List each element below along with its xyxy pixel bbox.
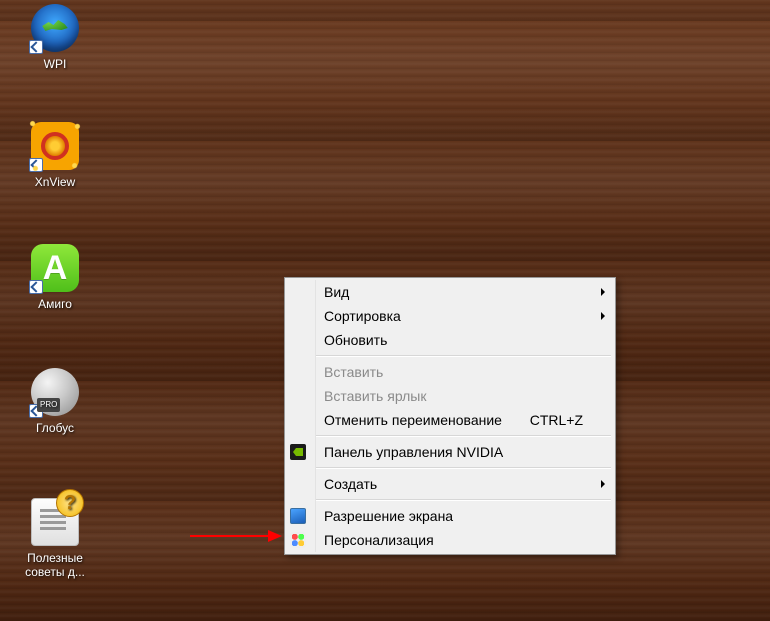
menu-item-sort[interactable]: Сортировка — [316, 304, 613, 328]
desktop-icon-wpi[interactable]: WPI — [16, 4, 94, 72]
desktop-icon-help[interactable]: Полезные советы д... — [16, 498, 94, 580]
desktop-context-menu: Вид Сортировка Обновить Вставить Вставит… — [284, 277, 616, 555]
earth-icon — [31, 368, 79, 416]
menu-item-label: Отменить переименование — [324, 412, 502, 428]
shortcut-arrow-icon — [29, 404, 43, 418]
shortcut-arrow-icon — [29, 40, 43, 54]
menu-separator — [316, 467, 611, 469]
chevron-right-icon — [601, 312, 605, 320]
desktop-icon-label: Глобус — [16, 420, 94, 436]
desktop[interactable]: WPI XnView A Амиго Глобус Полезные совет… — [0, 0, 770, 621]
menu-separator — [316, 355, 611, 357]
menu-item-screen-resolution[interactable]: Разрешение экрана — [316, 504, 613, 528]
menu-item-label: Вставить — [324, 364, 383, 380]
annotation-arrow — [190, 529, 282, 543]
menu-item-paste-shortcut: Вставить ярлык — [316, 384, 613, 408]
menu-item-label: Вставить ярлык — [324, 388, 426, 404]
desktop-icon-amigo[interactable]: A Амиго — [16, 244, 94, 312]
menu-item-paste: Вставить — [316, 360, 613, 384]
desktop-icon-globus[interactable]: Глобус — [16, 368, 94, 436]
menu-item-label: Разрешение экрана — [324, 508, 453, 524]
menu-item-label: Обновить — [324, 332, 387, 348]
menu-item-nvidia-panel[interactable]: Панель управления NVIDIA — [316, 440, 613, 464]
shortcut-arrow-icon — [29, 158, 43, 172]
menu-item-personalize[interactable]: Персонализация — [316, 528, 613, 552]
globe-icon — [31, 4, 79, 52]
menu-item-new[interactable]: Создать — [316, 472, 613, 496]
personalize-icon — [290, 532, 306, 548]
desktop-icon-label: Полезные советы д... — [16, 550, 94, 580]
desktop-icon-xnview[interactable]: XnView — [16, 122, 94, 190]
menu-item-label: Вид — [324, 284, 349, 300]
help-document-icon — [31, 498, 79, 546]
amigo-icon: A — [31, 244, 79, 292]
menu-item-label: Сортировка — [324, 308, 401, 324]
desktop-icon-label: XnView — [16, 174, 94, 190]
monitor-icon — [290, 508, 306, 524]
menu-item-label: Создать — [324, 476, 377, 492]
menu-item-refresh[interactable]: Обновить — [316, 328, 613, 352]
menu-item-shortcut: CTRL+Z — [530, 408, 583, 432]
chevron-right-icon — [601, 480, 605, 488]
chevron-right-icon — [601, 288, 605, 296]
menu-item-undo-rename[interactable]: Отменить переименование CTRL+Z — [316, 408, 613, 432]
nvidia-icon — [290, 444, 306, 460]
desktop-icon-label: WPI — [16, 56, 94, 72]
menu-separator — [316, 499, 611, 501]
xnview-icon — [31, 122, 79, 170]
desktop-icon-label: Амиго — [16, 296, 94, 312]
menu-item-view[interactable]: Вид — [316, 280, 613, 304]
menu-item-label: Персонализация — [324, 532, 434, 548]
menu-item-label: Панель управления NVIDIA — [324, 444, 503, 460]
shortcut-arrow-icon — [29, 280, 43, 294]
menu-separator — [316, 435, 611, 437]
